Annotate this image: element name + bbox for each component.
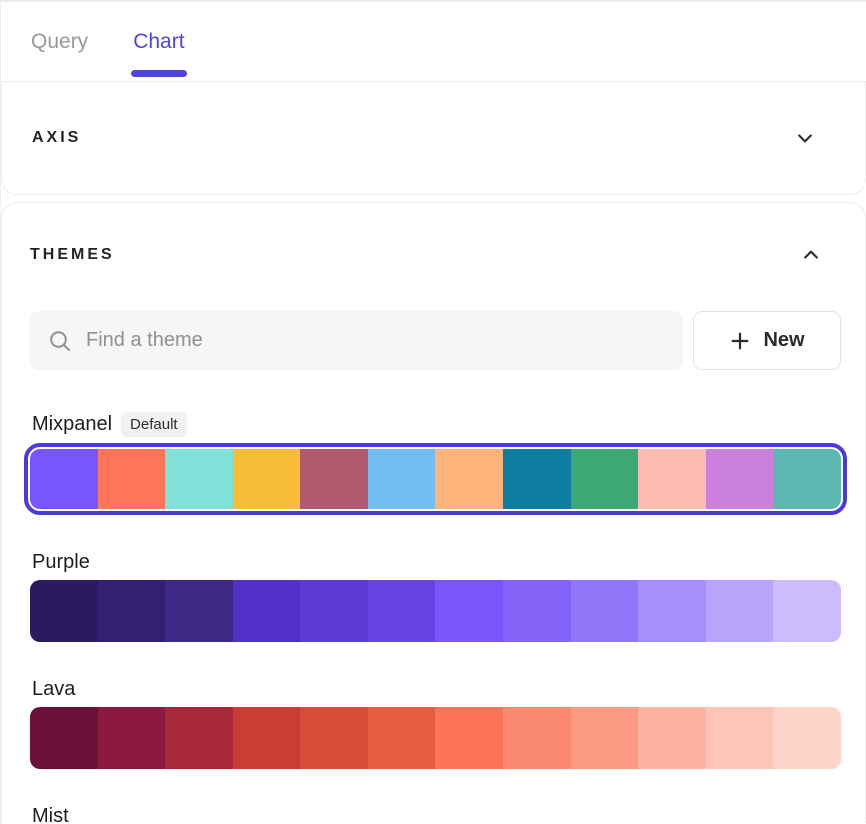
chevron-up-icon[interactable] xyxy=(801,245,821,265)
color-swatch xyxy=(638,580,706,642)
color-swatch xyxy=(503,449,571,509)
theme-item-lava[interactable]: Lava xyxy=(30,678,841,769)
color-swatch xyxy=(368,449,436,509)
color-swatch xyxy=(571,707,639,769)
theme-label-row: Mixpanel Default xyxy=(30,412,841,437)
themes-section-title: THEMES xyxy=(30,246,115,264)
theme-name: Mist xyxy=(32,805,69,824)
theme-label-row: Lava xyxy=(30,678,841,701)
color-swatch xyxy=(233,707,301,769)
color-swatch xyxy=(368,580,436,642)
color-swatch xyxy=(30,707,98,769)
themes-controls: New xyxy=(30,311,841,370)
theme-name: Lava xyxy=(32,678,75,701)
theme-item-mist[interactable]: Mist xyxy=(30,805,841,824)
color-swatch xyxy=(773,580,841,642)
color-swatch xyxy=(98,707,166,769)
new-theme-button[interactable]: New xyxy=(693,311,841,370)
search-icon xyxy=(48,329,72,353)
color-swatch xyxy=(706,707,774,769)
color-swatch xyxy=(435,707,503,769)
color-swatch xyxy=(233,580,301,642)
theme-label-row: Purple xyxy=(30,551,841,574)
theme-list: Mixpanel Default Purple Lava Mist xyxy=(30,412,841,824)
plus-icon xyxy=(729,330,751,352)
search-input[interactable] xyxy=(86,329,665,352)
axis-section-title: AXIS xyxy=(32,129,81,147)
color-swatch xyxy=(300,580,368,642)
color-swatch xyxy=(30,580,98,642)
section-axis[interactable]: AXIS xyxy=(1,82,866,195)
theme-name: Purple xyxy=(32,551,90,574)
color-swatch xyxy=(435,580,503,642)
color-swatch xyxy=(638,707,706,769)
selected-theme-ring xyxy=(24,443,847,515)
color-swatch xyxy=(638,449,706,509)
section-themes: THEMES New Mixpanel Default Purple Lava Mist xyxy=(1,202,866,823)
color-swatch xyxy=(30,449,98,509)
chevron-down-icon[interactable] xyxy=(795,128,815,148)
theme-name: Mixpanel xyxy=(32,413,112,436)
color-swatch xyxy=(773,707,841,769)
color-swatch xyxy=(773,449,841,509)
theme-item-purple[interactable]: Purple xyxy=(30,551,841,642)
tab-query[interactable]: Query xyxy=(31,2,88,81)
color-swatch xyxy=(435,449,503,509)
themes-section-header[interactable]: THEMES xyxy=(30,245,841,265)
color-swatch xyxy=(165,580,233,642)
color-swatch xyxy=(503,707,571,769)
theme-label-row: Mist xyxy=(30,805,841,824)
color-swatch xyxy=(300,707,368,769)
theme-swatches xyxy=(30,449,841,509)
color-swatch xyxy=(165,449,233,509)
color-swatch xyxy=(300,449,368,509)
new-button-label: New xyxy=(763,329,804,352)
color-swatch xyxy=(368,707,436,769)
theme-swatches xyxy=(30,580,841,642)
theme-swatches xyxy=(30,707,841,769)
tabs-bar: Query Chart xyxy=(1,0,866,82)
color-swatch xyxy=(98,580,166,642)
color-swatch xyxy=(706,449,774,509)
color-swatch xyxy=(233,449,301,509)
theme-item-mixpanel[interactable]: Mixpanel Default xyxy=(30,412,841,515)
color-swatch xyxy=(98,449,166,509)
default-badge: Default xyxy=(121,412,187,437)
theme-search-box[interactable] xyxy=(30,311,683,370)
color-swatch xyxy=(571,449,639,509)
color-swatch xyxy=(503,580,571,642)
color-swatch xyxy=(706,580,774,642)
tab-chart[interactable]: Chart xyxy=(133,2,184,81)
color-swatch xyxy=(165,707,233,769)
color-swatch xyxy=(571,580,639,642)
